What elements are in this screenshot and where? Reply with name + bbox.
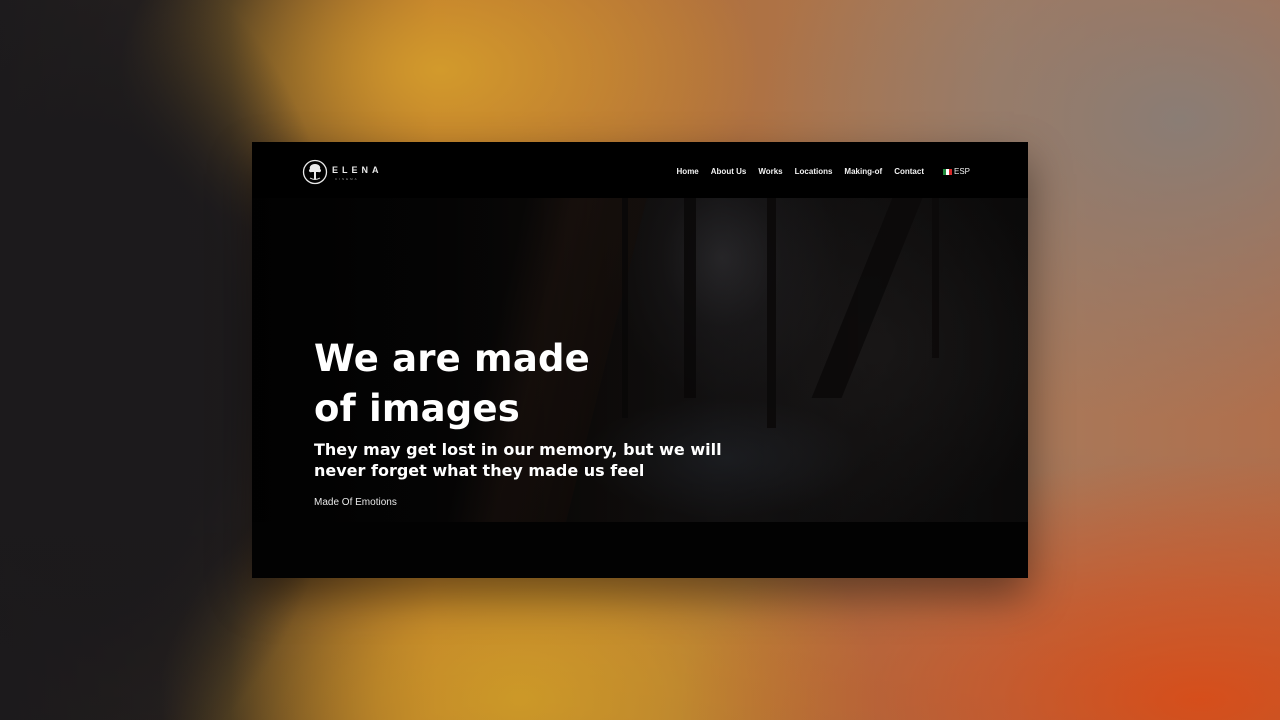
tree-circle-logo-icon — [302, 159, 328, 185]
hero-subheadline-line-2: never forget what they made us feel — [314, 461, 645, 480]
nav-item-about-us[interactable]: About Us — [711, 167, 747, 176]
language-switcher[interactable]: ESP — [942, 167, 970, 176]
hero-content: We are made of images They may get lost … — [314, 334, 794, 508]
mexico-flag-icon — [942, 168, 952, 175]
hero-headline: We are made of images — [314, 334, 794, 434]
brand-subtitle: CINEMA — [335, 177, 359, 181]
brand-name: ELENA — [332, 165, 383, 175]
hero-headline-line-2: of images — [314, 387, 521, 430]
nav-item-locations[interactable]: Locations — [795, 167, 833, 176]
hero-subheadline-line-1: They may get lost in our memory, but we … — [314, 440, 722, 459]
hero-bottom-strip — [252, 522, 1028, 578]
nav-item-home[interactable]: Home — [677, 167, 699, 176]
main-navigation: Home About Us Works Locations Making-of … — [665, 167, 970, 176]
hero-tagline: Made Of Emotions — [314, 497, 397, 508]
nav-item-contact[interactable]: Contact — [894, 167, 924, 176]
nav-item-making-of[interactable]: Making-of — [844, 167, 882, 176]
nav-item-works[interactable]: Works — [758, 167, 782, 176]
brand-logo[interactable]: ELENA CINEMA — [302, 159, 392, 187]
website-preview-window: ELENA CINEMA Home About Us Works Locatio… — [252, 142, 1028, 578]
hero-subheadline: They may get lost in our memory, but we … — [314, 439, 744, 481]
top-navbar: ELENA CINEMA Home About Us Works Locatio… — [252, 142, 1028, 198]
hero-headline-line-1: We are made — [314, 337, 590, 380]
language-label: ESP — [953, 167, 970, 176]
